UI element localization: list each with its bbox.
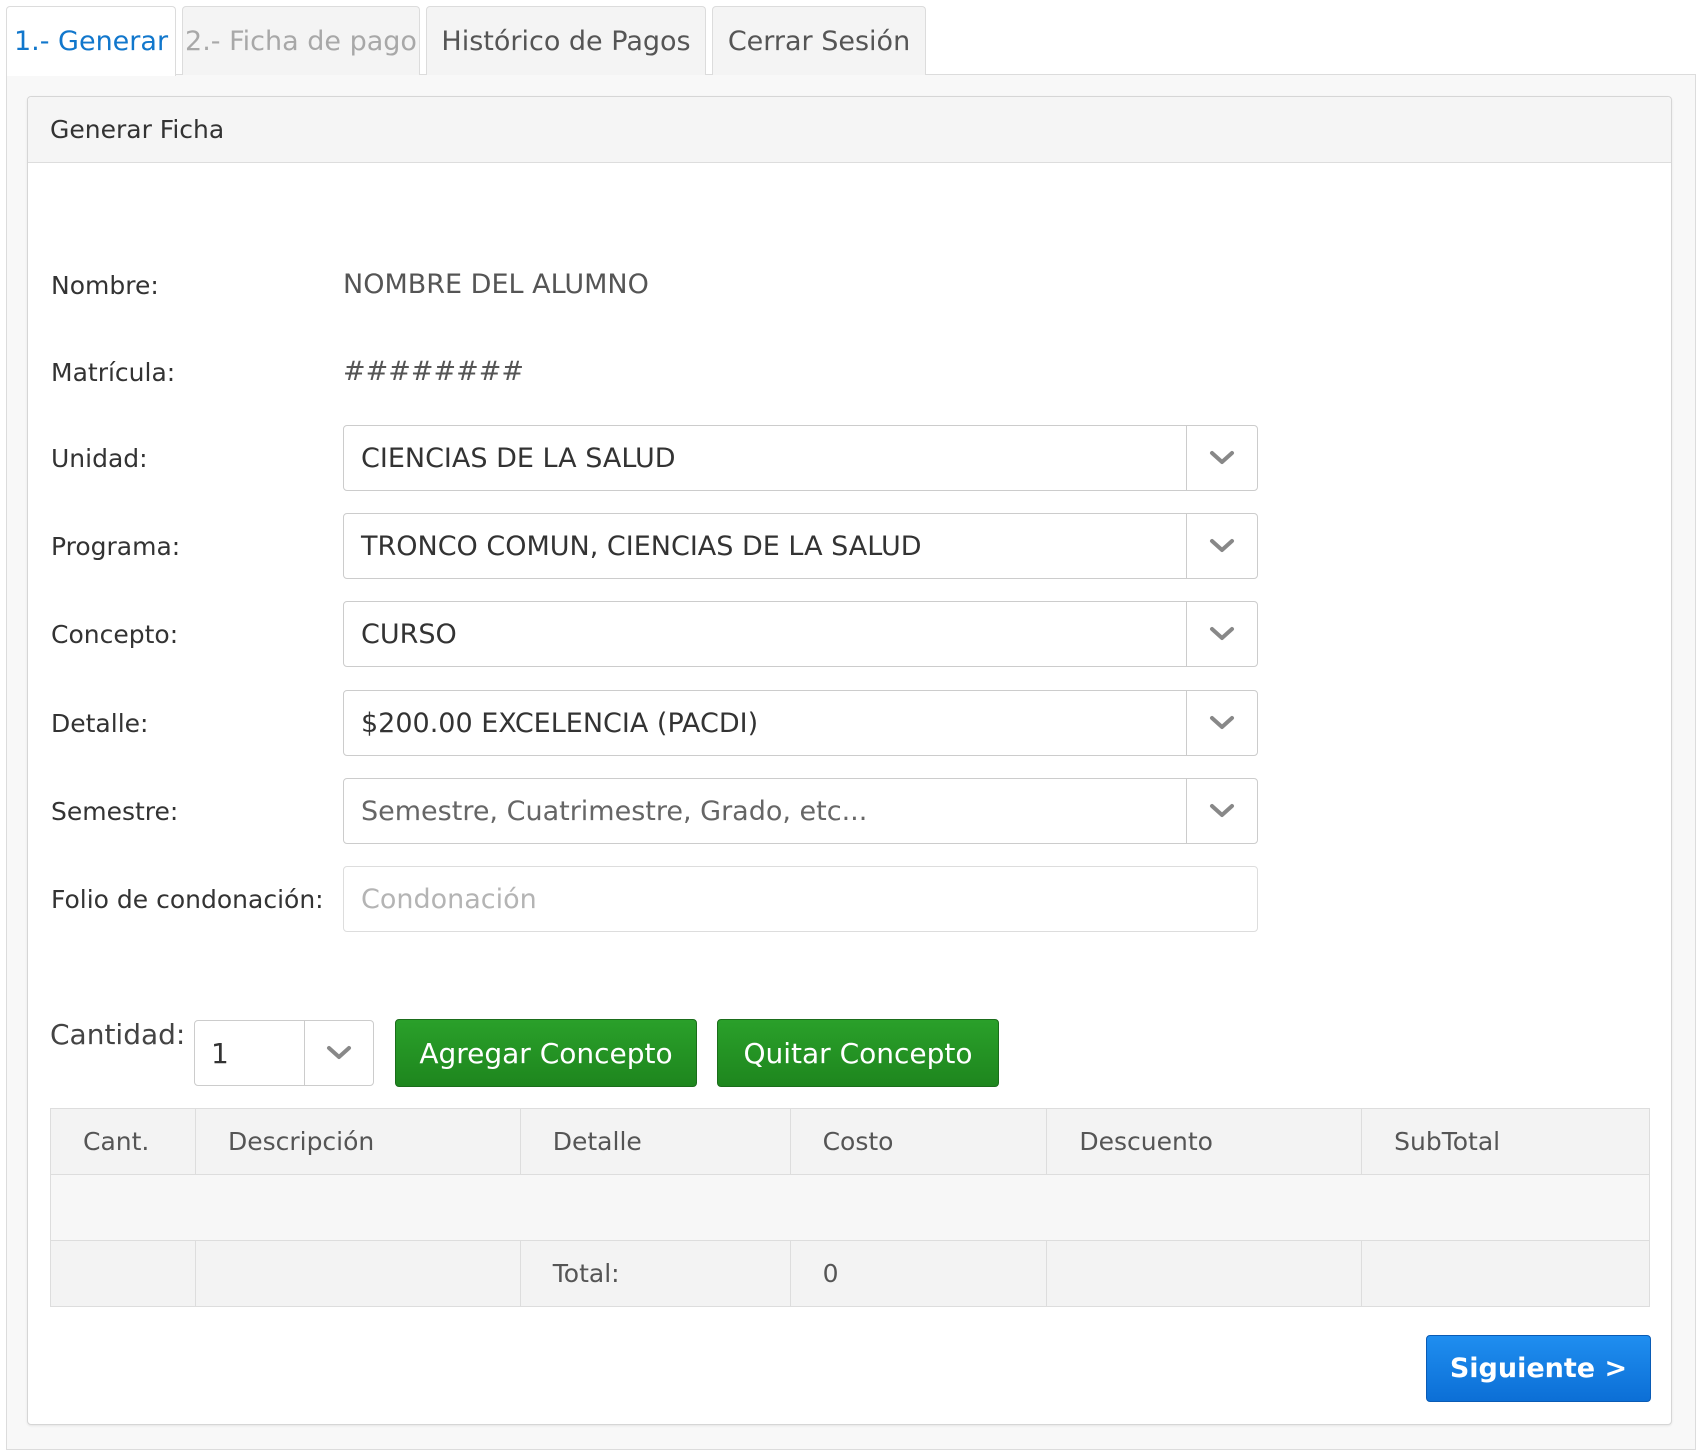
tab-bar: 1.- Generar 2.- Ficha de pago Histórico … <box>6 6 932 76</box>
panel-title: Generar Ficha <box>28 97 1671 163</box>
detalle-select[interactable]: $200.00 EXCELENCIA (PACDI) <box>343 690 1258 756</box>
total-cell-empty <box>1361 1240 1650 1307</box>
semestre-placeholder: Semestre, Cuatrimestre, Grado, etc... <box>361 795 868 827</box>
table-row <box>50 1174 1650 1241</box>
header-descuento: Descuento <box>1046 1108 1363 1175</box>
quitar-concepto-button[interactable]: Quitar Concepto <box>717 1019 999 1087</box>
header-cant: Cant. <box>50 1108 196 1175</box>
folio-condonacion-input[interactable] <box>343 866 1258 932</box>
semestre-label: Semestre: <box>51 796 179 826</box>
detalle-label: Detalle: <box>51 708 149 738</box>
table-total-row: Total: 0 <box>50 1240 1650 1307</box>
cantidad-select[interactable]: 1 <box>194 1020 374 1086</box>
total-label: Total: <box>519 1240 791 1307</box>
cantidad-selected-value: 1 <box>211 1036 229 1070</box>
matricula-value: ######## <box>343 355 524 387</box>
matricula-label: Matrícula: <box>51 357 176 387</box>
concepto-selected-value: CURSO <box>361 618 457 650</box>
programa-selected-value: TRONCO COMUN, CIENCIAS DE LA SALUD <box>361 530 922 562</box>
nombre-label: Nombre: <box>51 270 159 300</box>
total-cell-empty <box>194 1240 521 1307</box>
unidad-label: Unidad: <box>51 443 148 473</box>
chevron-down-icon <box>1186 779 1257 843</box>
tab-historico-de-pagos[interactable]: Histórico de Pagos <box>426 6 706 75</box>
total-cell-empty <box>1046 1240 1363 1307</box>
agregar-concepto-button[interactable]: Agregar Concepto <box>395 1019 697 1087</box>
folio-label: Folio de condonación: <box>51 884 324 914</box>
tab-ficha-de-pago[interactable]: 2.- Ficha de pago <box>182 6 420 75</box>
table-header-row: Cant. Descripción Detalle Costo Descuent… <box>50 1108 1650 1175</box>
unidad-select[interactable]: CIENCIAS DE LA SALUD <box>343 425 1258 491</box>
header-descripcion: Descripción <box>194 1108 521 1175</box>
header-subtotal: SubTotal <box>1361 1108 1650 1175</box>
chevron-down-icon <box>1186 426 1257 490</box>
concepto-select[interactable]: CURSO <box>343 601 1258 667</box>
tab-generar[interactable]: 1.- Generar <box>6 6 176 76</box>
programa-select[interactable]: TRONCO COMUN, CIENCIAS DE LA SALUD <box>343 513 1258 579</box>
chevron-down-icon <box>304 1021 373 1085</box>
semestre-select[interactable]: Semestre, Cuatrimestre, Grado, etc... <box>343 778 1258 844</box>
header-detalle: Detalle <box>519 1108 791 1175</box>
chevron-down-icon <box>1186 691 1257 755</box>
empty-cell <box>50 1174 1650 1241</box>
header-costo: Costo <box>789 1108 1048 1175</box>
chevron-down-icon <box>1186 602 1257 666</box>
conceptos-table: Cant. Descripción Detalle Costo Descuent… <box>50 1108 1650 1307</box>
tab-cerrar-sesion[interactable]: Cerrar Sesión <box>712 6 926 75</box>
total-value: 0 <box>789 1240 1048 1307</box>
unidad-selected-value: CIENCIAS DE LA SALUD <box>361 442 676 474</box>
cantidad-label: Cantidad: <box>50 1018 186 1051</box>
chevron-down-icon <box>1186 514 1257 578</box>
siguiente-button[interactable]: Siguiente > <box>1426 1335 1651 1402</box>
total-cell-empty <box>50 1240 196 1307</box>
detalle-selected-value: $200.00 EXCELENCIA (PACDI) <box>361 707 759 739</box>
programa-label: Programa: <box>51 531 181 561</box>
concepto-label: Concepto: <box>51 619 179 649</box>
nombre-value: NOMBRE DEL ALUMNO <box>343 268 649 300</box>
